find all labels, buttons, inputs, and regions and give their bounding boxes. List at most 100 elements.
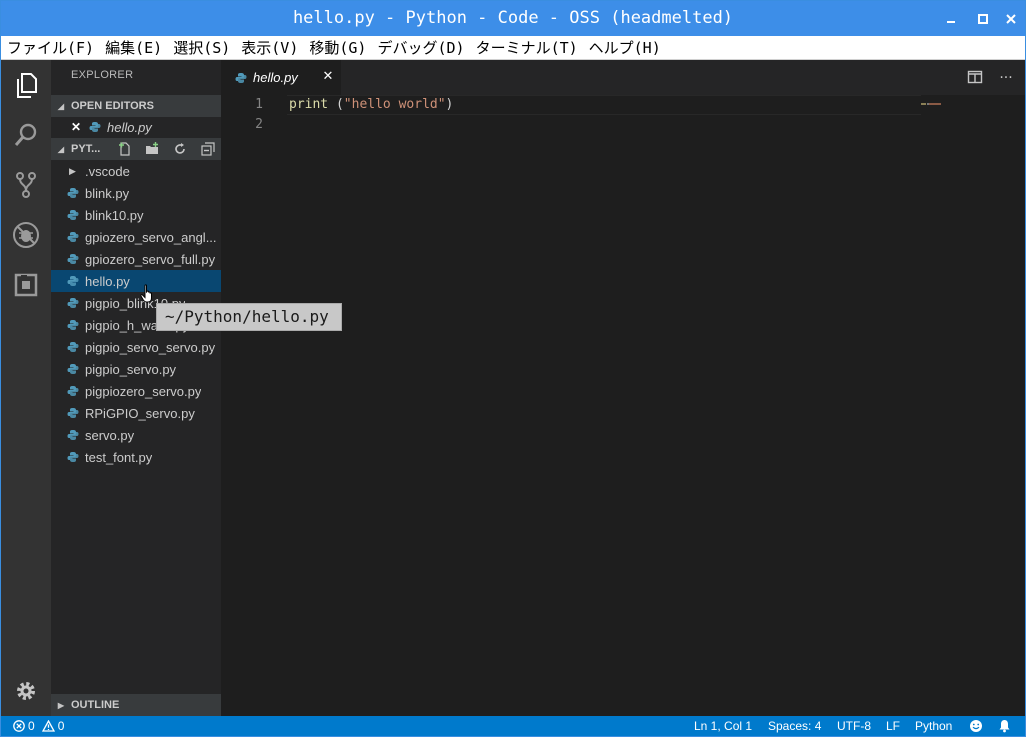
python-file-icon [89, 122, 101, 132]
menu-edit[interactable]: 編集(E) [99, 36, 167, 60]
feedback-button[interactable] [969, 716, 983, 736]
search-icon [14, 123, 37, 146]
outline-header[interactable]: ▶ OUTLINE [51, 694, 221, 716]
hand-cursor-icon [140, 284, 152, 303]
file-item[interactable]: pigpio_servo.py [51, 358, 221, 380]
split-editor-button[interactable] [967, 69, 985, 87]
python-file-icon [67, 364, 79, 374]
close-window-button[interactable] [997, 1, 1025, 36]
new-folder-icon[interactable] [144, 141, 160, 157]
menu-view[interactable]: 表示(V) [235, 36, 303, 60]
warning-icon [41, 720, 55, 732]
file-item[interactable]: pigpiozero_servo.py [51, 380, 221, 402]
file-item[interactable]: blink10.py [51, 204, 221, 226]
file-item[interactable]: hello.py [51, 270, 221, 292]
folder-label: .vscode [85, 163, 130, 179]
minimize-button[interactable] [937, 1, 965, 36]
python-file-icon [67, 276, 79, 286]
open-editor-item[interactable]: ✕ hello.py [51, 116, 221, 138]
file-label: test_font.py [85, 449, 153, 465]
new-file-icon[interactable] [117, 141, 133, 157]
tab-hello-py[interactable]: hello.py ✕ [221, 60, 341, 95]
file-item[interactable]: gpiozero_servo_angl... [51, 226, 221, 248]
bell-icon [999, 720, 1010, 733]
menu-selection[interactable]: 選択(S) [167, 36, 235, 60]
python-file-icon [67, 430, 79, 440]
error-count: 0 [28, 719, 35, 733]
eol-setting[interactable]: LF [886, 716, 900, 736]
status-bar: 0 0 Ln 1, Col 1 Spaces: 4 UTF-8 LF Pytho… [1, 716, 1025, 736]
python-file-icon [67, 342, 79, 352]
smiley-icon [970, 720, 982, 732]
file-item[interactable]: servo.py [51, 424, 221, 446]
minimap[interactable] [921, 95, 943, 105]
file-item[interactable]: test_font.py [51, 446, 221, 468]
python-file-icon [67, 210, 79, 220]
open-editors-label: OPEN EDITORS [71, 100, 154, 112]
file-label: pigpio_servo_servo.py [85, 339, 216, 355]
menu-file[interactable]: ファイル(F) [1, 36, 99, 60]
file-item[interactable]: blink.py [51, 182, 221, 204]
chevron-down-icon: ◢ [57, 101, 65, 111]
open-editors-header[interactable]: ◢ OPEN EDITORS [51, 95, 221, 117]
settings-activity-button[interactable] [1, 666, 51, 716]
chevron-right-icon: ▶ [57, 700, 65, 710]
language-mode[interactable]: Python [915, 716, 952, 736]
code-line-1: print ("hello world") [289, 97, 453, 112]
outline-label: OUTLINE [71, 699, 120, 711]
menu-help[interactable]: ヘルプ(H) [583, 36, 666, 60]
code-token-string: "hello world" [343, 97, 446, 112]
file-item[interactable]: RPiGPIO_servo.py [51, 402, 221, 424]
line-number: 2 [255, 117, 263, 132]
maximize-button[interactable] [969, 1, 997, 36]
menu-debug[interactable]: デバッグ(D) [371, 36, 469, 60]
close-icon [1006, 13, 1016, 24]
python-file-icon [67, 386, 79, 396]
tab-close-icon[interactable]: ✕ [321, 70, 335, 84]
error-icon [13, 720, 25, 732]
warning-count: 0 [57, 719, 65, 733]
indentation-setting[interactable]: Spaces: 4 [768, 716, 821, 736]
source-control-activity-button[interactable] [1, 160, 51, 210]
explorer-sidebar: EXPLORER ◢ OPEN EDITORS ✕ hello.py ◢ PYT… [51, 60, 221, 716]
explorer-activity-button[interactable] [1, 60, 51, 110]
menu-bar: ファイル(F) 編集(E) 選択(S) 表示(V) 移動(G) デバッグ(D) … [1, 36, 1025, 60]
collapse-all-icon[interactable] [200, 141, 216, 157]
menu-go[interactable]: 移動(G) [303, 36, 371, 60]
menu-terminal[interactable]: ターミナル(T) [470, 36, 583, 60]
problems-indicator[interactable]: 0 0 [13, 716, 64, 736]
python-file-icon [235, 72, 247, 83]
folder-section-header[interactable]: ◢ PYT... [51, 138, 221, 160]
split-editor-icon [967, 70, 983, 84]
python-file-icon [67, 298, 79, 308]
notifications-button[interactable] [998, 716, 1011, 736]
file-label: blink.py [85, 185, 130, 201]
maximize-icon [978, 13, 988, 24]
file-item[interactable]: pigpio_servo_servo.py [51, 336, 221, 358]
refresh-icon[interactable] [172, 141, 188, 157]
python-file-icon [67, 452, 79, 462]
code-editor[interactable]: 1 2 print ("hello world") [221, 95, 1025, 716]
file-label: hello.py [85, 273, 130, 289]
file-path-tooltip: ~/Python/hello.py [156, 303, 342, 331]
python-file-icon [67, 232, 79, 242]
code-token-paren: ( [328, 97, 344, 112]
title-bar: hello.py - Python - Code - OSS (headmelt… [1, 1, 1025, 36]
cursor-position[interactable]: Ln 1, Col 1 [694, 716, 752, 736]
extensions-activity-button[interactable] [1, 260, 51, 310]
chevron-right-icon: ▶ [69, 165, 76, 176]
tab-label: hello.py [253, 70, 298, 85]
file-item[interactable]: gpiozero_servo_full.py [51, 248, 221, 270]
code-token-function: print [289, 97, 329, 112]
settings-gear-icon [17, 682, 35, 700]
more-actions-icon[interactable]: ··· [997, 69, 1015, 87]
extensions-icon [14, 273, 38, 297]
editor-area: hello.py ✕ ··· 1 2 print ("hello world") [221, 60, 1025, 716]
folder-item-vscode[interactable]: ▶ .vscode [51, 160, 221, 182]
debug-activity-button[interactable] [1, 210, 51, 260]
close-editor-icon[interactable]: ✕ [71, 120, 83, 134]
search-activity-button[interactable] [1, 110, 51, 160]
python-file-icon [67, 254, 79, 264]
python-file-icon [67, 320, 79, 330]
encoding-setting[interactable]: UTF-8 [837, 716, 871, 736]
